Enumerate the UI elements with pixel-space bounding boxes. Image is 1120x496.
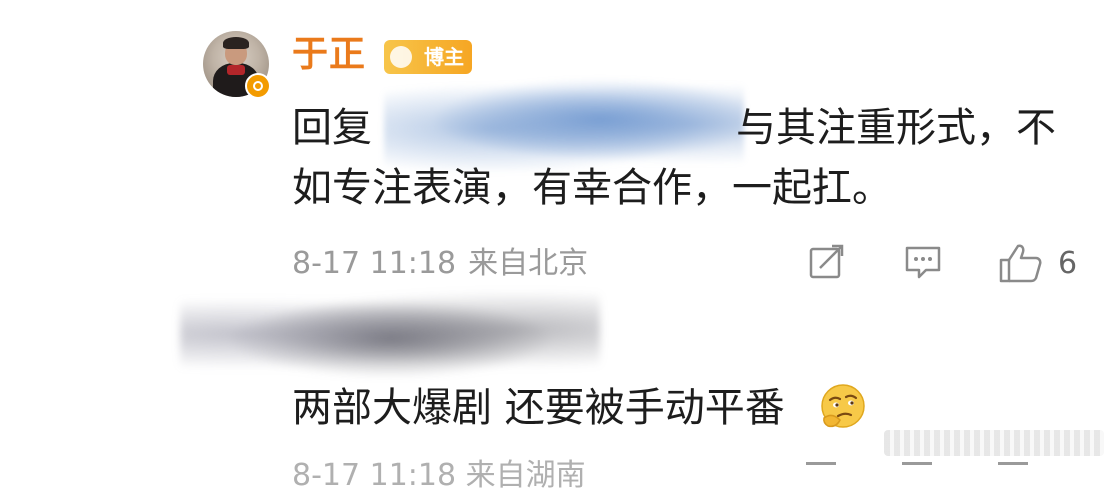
username[interactable]: 于正 xyxy=(292,32,366,78)
like-icon-cropped[interactable] xyxy=(998,462,1028,477)
blogger-badge: 博主 xyxy=(384,40,472,74)
comment-icon-cropped[interactable] xyxy=(902,462,932,477)
reply-text-line1: 回复 与其注重形式，不 xyxy=(292,102,1056,154)
avatar[interactable] xyxy=(203,31,271,99)
weibo-comment-thread: 于正 博主 回复 与其注重形式，不 如专注表演，有幸合作，一起扛。 8-17 11… xyxy=(0,0,1120,493)
forward-icon-cropped[interactable] xyxy=(806,462,836,477)
badge-label: 博主 xyxy=(424,45,464,69)
comment-text: 两部大爆剧 还要被手动平番 xyxy=(292,385,785,431)
like-count: 6 xyxy=(1058,246,1078,281)
share-edit-icon xyxy=(809,244,844,279)
comment-meta-cropped: 8-17 11:18 来自湖南 xyxy=(292,458,586,493)
reply-text-line2: 如专注表演，有幸合作，一起扛。 xyxy=(292,165,892,211)
blurred-user-header xyxy=(180,288,600,380)
reply-prefix: 回复 xyxy=(292,105,372,151)
verified-badge-icon xyxy=(245,73,271,99)
blurred-username xyxy=(374,103,734,147)
comment-bubble-icon xyxy=(905,246,941,279)
location: 来自北京 xyxy=(468,246,589,281)
comment-meta: 8-17 11:18 来自北京 xyxy=(292,242,588,286)
like-button[interactable] xyxy=(998,242,1044,286)
thinking-face-emoji xyxy=(821,384,865,428)
forward-button[interactable] xyxy=(806,242,846,286)
comment-button[interactable] xyxy=(902,242,944,286)
watermark xyxy=(884,430,1104,456)
crown-icon xyxy=(390,46,412,68)
thumbs-up-icon xyxy=(999,244,1042,283)
timestamp: 8-17 11:18 xyxy=(292,246,457,281)
reply-text-tail: 与其注重形式，不 xyxy=(736,105,1056,151)
